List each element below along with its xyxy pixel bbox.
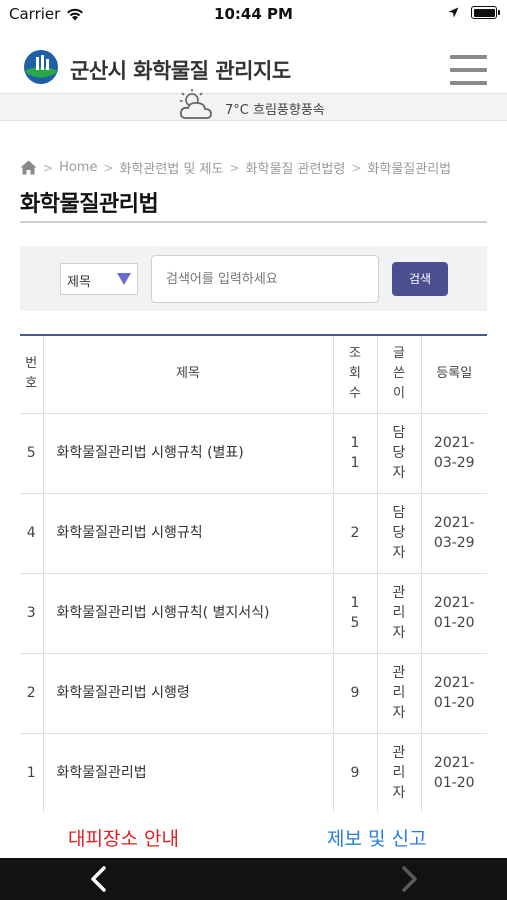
breadcrumb-item-statutes[interactable]: 화학물질 관련법령: [246, 158, 346, 177]
back-chevron-icon[interactable]: [86, 864, 112, 894]
row-date: 2021-01-20: [421, 733, 487, 814]
home-icon[interactable]: [20, 160, 37, 175]
app-title: 군산시 화학물질 관리지도: [70, 59, 291, 83]
chevron-right-icon: >: [229, 160, 240, 175]
chevron-right-icon: >: [103, 160, 114, 175]
row-date: 2021-03-29: [421, 413, 487, 494]
table-row[interactable]: 3 화학물질관리법 시행규칙( 별지서식) 15 관리자 2021-01-20: [20, 573, 487, 654]
location-arrow-icon: [448, 7, 459, 18]
search-button[interactable]: 검색: [392, 262, 448, 296]
bottom-links-bar: 대피장소 안내 제보 및 신고: [0, 812, 507, 858]
menu-bar-line: [450, 68, 487, 72]
title-divider: [20, 221, 487, 223]
row-views: 15: [333, 573, 378, 654]
table-row[interactable]: 4 화학물질관리법 시행규칙 2 담당자 2021-03-29: [20, 493, 487, 574]
row-author: 관리자: [377, 573, 422, 654]
breadcrumb-item-current: 화학물질관리법: [367, 162, 452, 177]
chevron-right-icon: >: [351, 160, 362, 175]
forward-chevron-icon[interactable]: [396, 864, 422, 894]
search-field-select[interactable]: 제목: [60, 263, 138, 295]
header-author: 글쓴이: [377, 336, 422, 414]
chevron-right-icon: >: [43, 160, 54, 175]
header-title: 제목: [43, 336, 334, 414]
dropdown-arrow-icon: [117, 273, 131, 285]
browser-nav-bar: [0, 858, 507, 900]
weather-bar: 7°C 흐림풍향풍속: [0, 89, 507, 121]
menu-bar-line: [450, 81, 487, 85]
row-number: 2: [20, 653, 44, 734]
status-right: [448, 6, 500, 19]
row-date: 2021-03-29: [421, 493, 487, 574]
row-author: 담당자: [377, 413, 422, 494]
app-header: 군산시 화학물질 관리지도: [0, 44, 507, 94]
status-bar: Carrier 10:44 PM: [0, 0, 507, 28]
search-input[interactable]: [151, 255, 379, 303]
clock: 10:44 PM: [214, 5, 293, 23]
post-table: 번호 제목 조회수 글쓴이 등록일 5 화학물질관리법 시행규칙 (별표) 11…: [20, 334, 487, 814]
row-title-link[interactable]: 화학물질관리법 시행규칙( 별지서식): [43, 573, 334, 654]
row-number: 3: [20, 573, 44, 654]
row-views: 11: [333, 413, 378, 494]
row-views: 9: [333, 733, 378, 814]
breadcrumb: > Home > 화학관련법 및 제도 > 화학물질 관련법령 > 화학물질관리…: [20, 158, 451, 177]
report-link[interactable]: 제보 및 신고: [327, 824, 426, 851]
select-value: 제목: [67, 275, 91, 290]
row-author: 관리자: [377, 653, 422, 734]
table-row[interactable]: 2 화학물질관리법 시행령 9 관리자 2021-01-20: [20, 653, 487, 734]
breadcrumb-item-law[interactable]: 화학관련법 및 제도: [120, 158, 224, 177]
search-panel: 제목 검색: [20, 246, 487, 311]
row-number: 4: [20, 493, 44, 574]
row-number: 1: [20, 733, 44, 814]
breadcrumb-item-home[interactable]: Home: [59, 160, 97, 175]
table-row[interactable]: 1 화학물질관리법 9 관리자 2021-01-20: [20, 733, 487, 814]
row-number: 5: [20, 413, 44, 494]
row-author: 담당자: [377, 493, 422, 574]
row-title-link[interactable]: 화학물질관리법 시행규칙 (별표): [43, 413, 334, 494]
row-views: 9: [333, 653, 378, 734]
hamburger-menu-button[interactable]: [450, 55, 487, 85]
row-title-link[interactable]: 화학물질관리법 시행령: [43, 653, 334, 734]
header-date: 등록일: [421, 336, 487, 414]
evacuation-guide-link[interactable]: 대피장소 안내: [68, 824, 179, 851]
row-author: 관리자: [377, 733, 422, 814]
table-header-row: 번호 제목 조회수 글쓴이 등록일: [20, 336, 487, 414]
page-title: 화학물질관리법: [20, 192, 159, 217]
row-title-link[interactable]: 화학물질관리법: [43, 733, 334, 814]
battery-icon: [471, 6, 500, 19]
table-row[interactable]: 5 화학물질관리법 시행규칙 (별표) 11 담당자 2021-03-29: [20, 413, 487, 494]
menu-bar-line: [450, 55, 487, 59]
cloudy-weather-icon: [179, 89, 212, 119]
header-number: 번호: [20, 336, 44, 414]
row-date: 2021-01-20: [421, 653, 487, 734]
city-logo-icon: [24, 50, 58, 84]
row-title-link[interactable]: 화학물질관리법 시행규칙: [43, 493, 334, 574]
row-date: 2021-01-20: [421, 573, 487, 654]
header-views: 조회수: [333, 336, 378, 414]
weather-text: 7°C 흐림풍향풍속: [225, 103, 325, 118]
row-views: 2: [333, 493, 378, 574]
